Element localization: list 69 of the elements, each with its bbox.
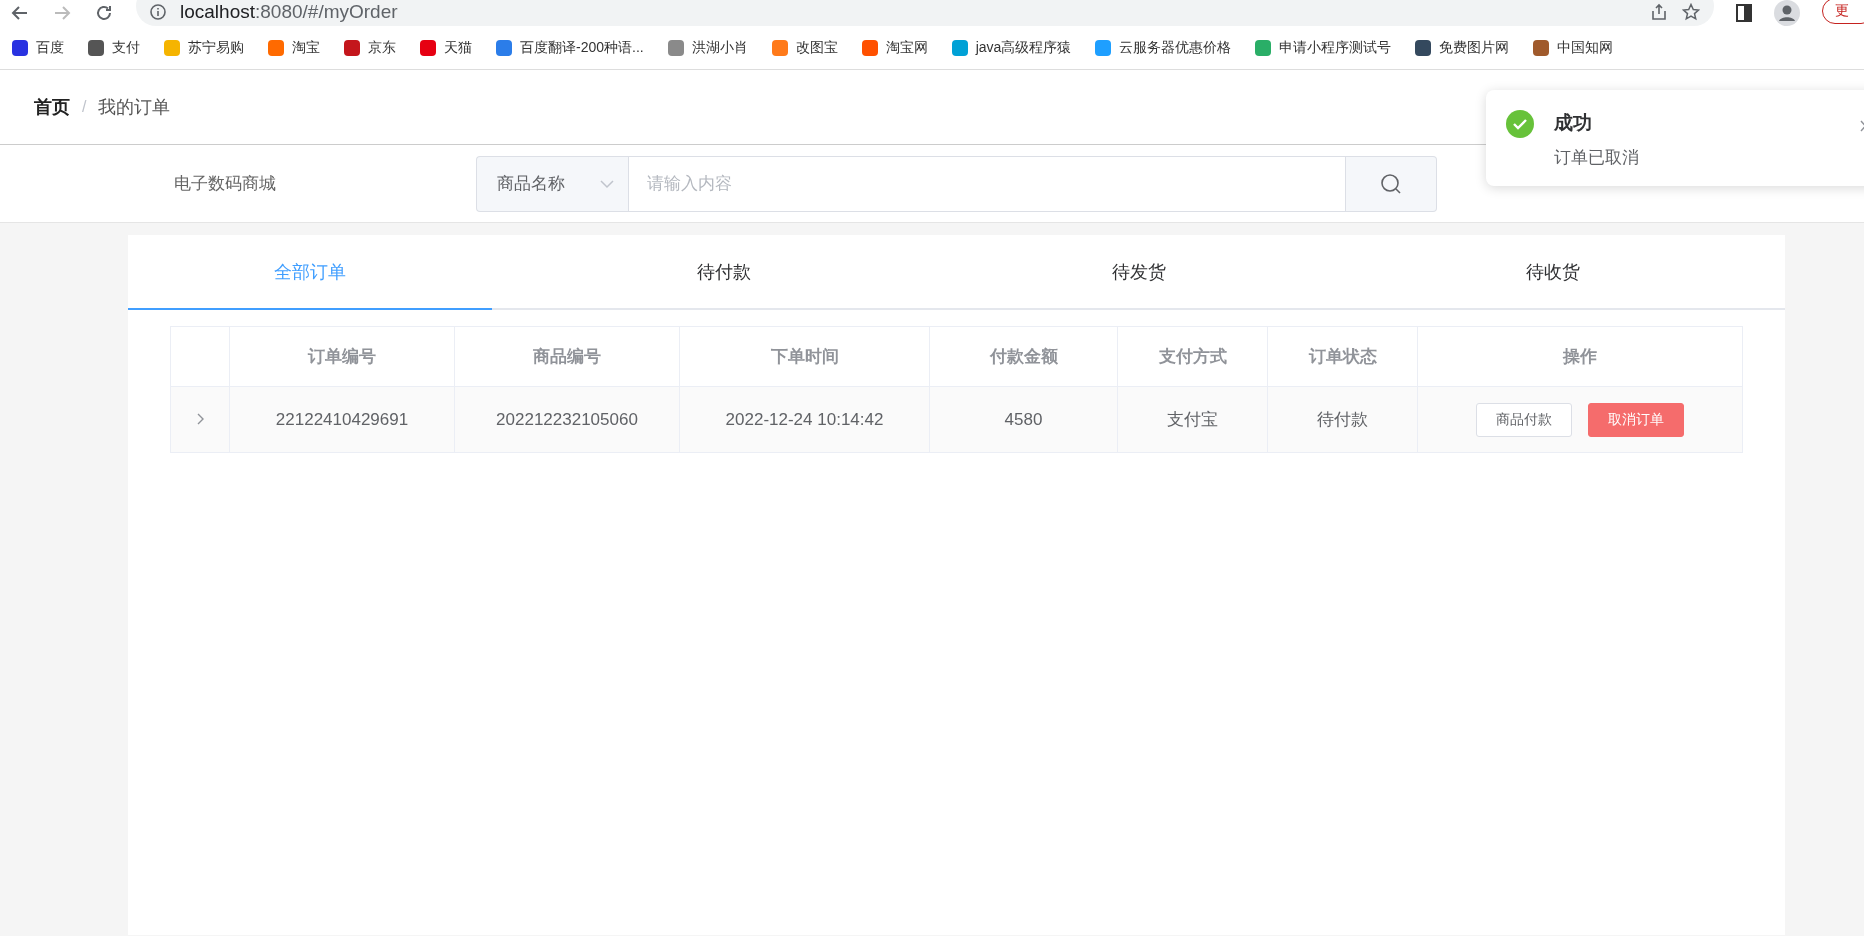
notification-title: 成功 [1554,111,1593,135]
bookmark-label: 改图宝 [795,38,838,57]
share-icon[interactable] [1650,3,1668,21]
column-header: 订单状态 [1267,326,1418,387]
bookmark-label: 百度翻译-200种语... [520,38,644,57]
bookmark[interactable]: 苏宁易购 [164,38,244,57]
category-select[interactable]: 商品名称 [476,155,628,212]
url-path: :8080/#/myOrder [255,1,398,23]
chevron-right-icon[interactable] [195,412,205,425]
bookmark[interactable]: 百度 [12,38,64,57]
notification-message: 订单已取消 [1554,147,1639,169]
bookmark[interactable]: 改图宝 [771,38,838,57]
bookmark-label: 百度 [36,38,64,57]
chevron-down-icon [600,178,614,189]
bookmark-label: 申请小程序测试号 [1279,38,1392,57]
table-cell: 4580 [929,386,1118,453]
bookmark[interactable]: 百度翻译-200种语... [496,38,644,57]
table-cell: 支付宝 [1117,386,1268,453]
bookmark-label: 淘宝网 [885,38,928,57]
column-header: 下单时间 [679,326,930,387]
update-button[interactable]: 更 [1822,0,1864,24]
bookmark-label: 云服务器优惠价格 [1119,38,1232,57]
column-header: 支付方式 [1117,326,1268,387]
table-cell: 待付款 [1267,386,1418,453]
bookmark-label: 天猫 [444,38,472,57]
info-icon[interactable] [150,4,166,20]
breadcrumb-separator: / [82,98,87,116]
bookmark-label: 淘宝 [292,38,320,57]
bookmark-label: 中国知网 [1557,38,1614,57]
pay-button[interactable]: 商品付款 [1476,402,1572,437]
column-header: 付款金额 [929,326,1118,387]
bookmark[interactable]: 申请小程序测试号 [1255,38,1392,57]
bookmark-label: 苏宁易购 [188,38,244,57]
column-header: 操作 [1417,326,1743,387]
reload-icon[interactable] [94,3,114,23]
bookmark[interactable]: 淘宝网 [861,38,928,57]
table-cell: 22122410429691 [229,386,455,453]
bookmark[interactable]: 支付 [88,38,140,57]
bookmark[interactable]: 洪湖小肖 [667,38,748,57]
breadcrumb-item[interactable]: 我的订单 [98,95,171,119]
star-icon[interactable] [1682,3,1700,21]
search-field[interactable]: 请输入内容 [628,155,1346,212]
bookmark[interactable]: 中国知网 [1533,38,1614,57]
bookmark-label: 支付 [112,38,140,57]
bookmark[interactable]: java高级程序猿 [951,38,1072,57]
bookmark-label: java高级程序猿 [975,38,1072,57]
order-tab[interactable]: 待发货 [956,235,1321,310]
bookmark[interactable]: 淘宝 [268,38,320,57]
bookmark[interactable]: 京东 [344,38,396,57]
sidebar-icon[interactable] [1736,4,1752,22]
breadcrumb-item[interactable]: 首页 [34,95,70,119]
bookmark[interactable]: 免费图片网 [1415,38,1510,57]
shop-name: 电子数码商城 [173,173,277,195]
order-tab[interactable]: 待收货 [1370,235,1735,310]
bookmark[interactable]: 天猫 [420,38,472,57]
table-cell: 2022-12-24 10:14:42 [679,386,930,453]
table-cell: 202212232105060 [454,386,680,453]
bookmark-label: 免费图片网 [1439,38,1510,57]
url-host: localhost [180,1,255,23]
order-tab[interactable]: 待付款 [542,235,907,310]
bookmark-label: 京东 [368,38,396,57]
search-icon [1380,172,1402,195]
bookmark-label: 洪湖小肖 [691,38,748,57]
column-header: 订单编号 [229,326,455,387]
column-header: 商品编号 [454,326,680,387]
avatar-icon[interactable] [1774,0,1800,26]
address-bar[interactable]: localhost:8080/#/myOrder [136,0,1714,26]
success-icon [1506,110,1534,138]
bookmark[interactable]: 云服务器优惠价格 [1095,38,1232,57]
